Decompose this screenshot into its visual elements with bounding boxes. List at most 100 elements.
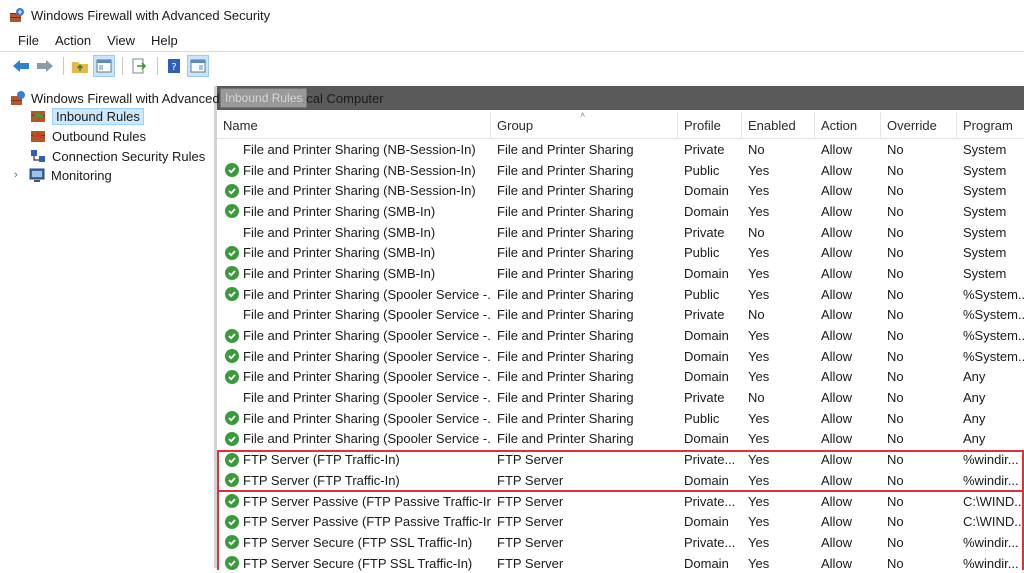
cell-profile: Public [678, 284, 742, 305]
table-row[interactable]: File and Printer Sharing (Spooler Servic… [217, 346, 1024, 367]
cell-group: File and Printer Sharing [491, 201, 678, 222]
cell-profile: Public [678, 160, 742, 181]
column-header-enabled[interactable]: Enabled [742, 112, 815, 138]
expand-chevron-icon[interactable]: › [14, 169, 24, 181]
override-text: No [887, 514, 904, 530]
tree-item-monitoring[interactable]: › Monitoring [14, 165, 112, 185]
tree-item-inbound-rules[interactable]: Inbound Rules [30, 106, 144, 126]
cell-program: %windir... [957, 470, 1024, 491]
export-list-button[interactable] [128, 55, 150, 77]
profile-text: Private [684, 141, 725, 157]
cell-profile: Domain [678, 263, 742, 284]
table-row[interactable]: File and Printer Sharing (Spooler Servic… [217, 305, 1024, 326]
table-row[interactable]: FTP Server Passive (FTP Passive Traffic-… [217, 511, 1024, 532]
tree-item-outbound-rules[interactable]: Outbound Rules [30, 126, 146, 146]
name-text: File and Printer Sharing (NB-Session-In) [243, 183, 476, 199]
name-text: File and Printer Sharing (SMB-In) [243, 224, 436, 240]
override-text: No [887, 183, 904, 199]
column-header-action[interactable]: Action [815, 112, 881, 138]
profile-text: Domain [684, 431, 729, 447]
table-row[interactable]: File and Printer Sharing (Spooler Servic… [217, 284, 1024, 305]
cell-enabled: Yes [742, 325, 815, 346]
table-row[interactable]: FTP Server Secure (FTP SSL Traffic-In) FT… [217, 553, 1024, 573]
table-row[interactable]: File and Printer Sharing (NB-Session-In)… [217, 139, 1024, 160]
menu-view[interactable]: View [99, 33, 143, 48]
table-row[interactable]: File and Printer Sharing (NB-Session-In)… [217, 180, 1024, 201]
cell-profile: Private [678, 387, 742, 408]
table-row[interactable]: FTP Server Passive (FTP Passive Traffic-… [217, 491, 1024, 512]
profile-text: Domain [684, 555, 729, 571]
group-text: File and Printer Sharing [497, 369, 634, 385]
tree-root-node[interactable]: Windows Firewall with Advanced Security … [10, 88, 384, 108]
override-text: No [887, 141, 904, 157]
rule-enabled-check-icon [225, 452, 239, 467]
profile-text: Domain [684, 472, 729, 488]
action-text: Allow [821, 162, 853, 178]
cell-group: FTP Server [491, 470, 678, 491]
help-button[interactable]: ? [163, 55, 185, 77]
program-text: %System... [963, 307, 1024, 323]
override-text: No [887, 307, 904, 323]
profile-text: Private [684, 224, 725, 240]
cell-name: File and Printer Sharing (Spooler Servic… [217, 325, 491, 346]
table-row[interactable]: File and Printer Sharing (Spooler Servic… [217, 367, 1024, 388]
override-text: No [887, 534, 904, 550]
name-text: FTP Server (FTP Traffic-In) [243, 452, 400, 468]
connection-security-icon [31, 150, 45, 162]
cell-name: FTP Server Secure (FTP SSL Traffic-In) [217, 553, 491, 573]
column-header-name[interactable]: Name [217, 112, 491, 138]
show-hide-tree-button[interactable] [93, 55, 115, 77]
override-text: No [887, 410, 904, 426]
cell-action: Allow [815, 160, 881, 181]
cell-override: No [881, 408, 957, 429]
cell-name: File and Printer Sharing (SMB-In) [217, 222, 491, 243]
cell-program: %System... [957, 325, 1024, 346]
rule-enabled-check-icon [225, 328, 239, 343]
menu-file[interactable]: File [0, 33, 47, 48]
table-row[interactable]: File and Printer Sharing (Spooler Servic… [217, 408, 1024, 429]
column-header-profile[interactable]: Profile [678, 112, 742, 138]
table-row[interactable]: File and Printer Sharing (SMB-In) File an… [217, 263, 1024, 284]
enabled-text: Yes [748, 431, 770, 447]
menu-action[interactable]: Action [47, 33, 99, 48]
outbound-rules-icon [31, 131, 45, 142]
override-text: No [887, 390, 904, 406]
name-text: File and Printer Sharing (Spooler Servic… [243, 286, 491, 302]
cell-action: Allow [815, 367, 881, 388]
cell-program: Any [957, 387, 1024, 408]
action-text: Allow [821, 203, 853, 219]
enabled-text: No [748, 390, 765, 406]
program-text: System [963, 162, 1007, 178]
enabled-text: Yes [748, 410, 770, 426]
cell-program: Any [957, 408, 1024, 429]
table-row[interactable]: File and Printer Sharing (SMB-In) File an… [217, 222, 1024, 243]
column-header-program[interactable]: Program [957, 112, 1024, 138]
table-row[interactable]: File and Printer Sharing (NB-Session-In)… [217, 160, 1024, 181]
back-button[interactable] [10, 55, 32, 77]
table-row[interactable]: File and Printer Sharing (SMB-In) File an… [217, 242, 1024, 263]
rules-rows: File and Printer Sharing (NB-Session-In)… [217, 139, 1024, 573]
up-folder-button[interactable] [69, 55, 91, 77]
name-text: File and Printer Sharing (NB-Session-In) [243, 141, 476, 157]
menu-help[interactable]: Help [143, 33, 186, 48]
action-text: Allow [821, 224, 853, 240]
program-text: Any [963, 390, 986, 406]
show-action-pane-button[interactable] [187, 55, 209, 77]
table-row[interactable]: FTP Server Secure (FTP SSL Traffic-In) FT… [217, 532, 1024, 553]
cell-action: Allow [815, 222, 881, 243]
table-row[interactable]: File and Printer Sharing (Spooler Servic… [217, 429, 1024, 450]
cell-override: No [881, 201, 957, 222]
table-row[interactable]: File and Printer Sharing (Spooler Servic… [217, 387, 1024, 408]
column-header-override[interactable]: Override [881, 112, 957, 138]
cell-profile: Private... [678, 532, 742, 553]
forward-button[interactable] [34, 55, 56, 77]
table-row[interactable]: FTP Server (FTP Traffic-In) FTP Server Dom… [217, 470, 1024, 491]
enabled-text: No [748, 141, 765, 157]
table-row[interactable]: File and Printer Sharing (Spooler Servic… [217, 325, 1024, 346]
cell-profile: Domain [678, 367, 742, 388]
group-text: File and Printer Sharing [497, 162, 634, 178]
cell-enabled: No [742, 305, 815, 326]
tree-item-connection-security-rules[interactable]: Connection Security Rules [30, 146, 205, 166]
table-row[interactable]: FTP Server (FTP Traffic-In) FTP Server Pri… [217, 449, 1024, 470]
table-row[interactable]: File and Printer Sharing (SMB-In) File an… [217, 201, 1024, 222]
